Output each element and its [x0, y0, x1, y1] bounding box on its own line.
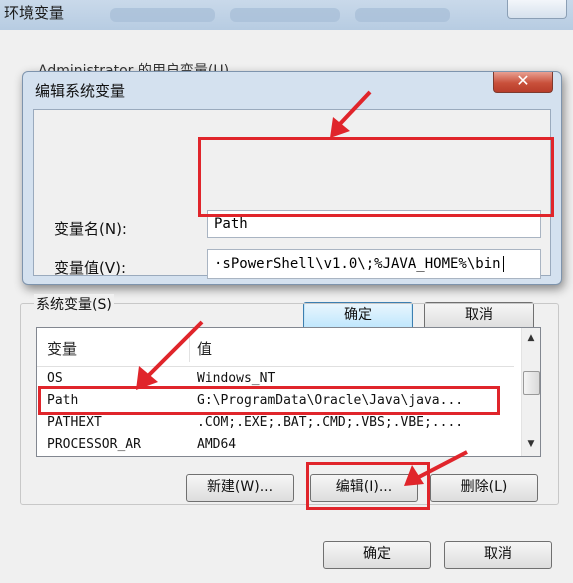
arrow-icon [404, 450, 468, 486]
annotation-arrows [136, 90, 468, 486]
arrow-icon [330, 90, 372, 138]
arrow-icon [136, 320, 204, 390]
